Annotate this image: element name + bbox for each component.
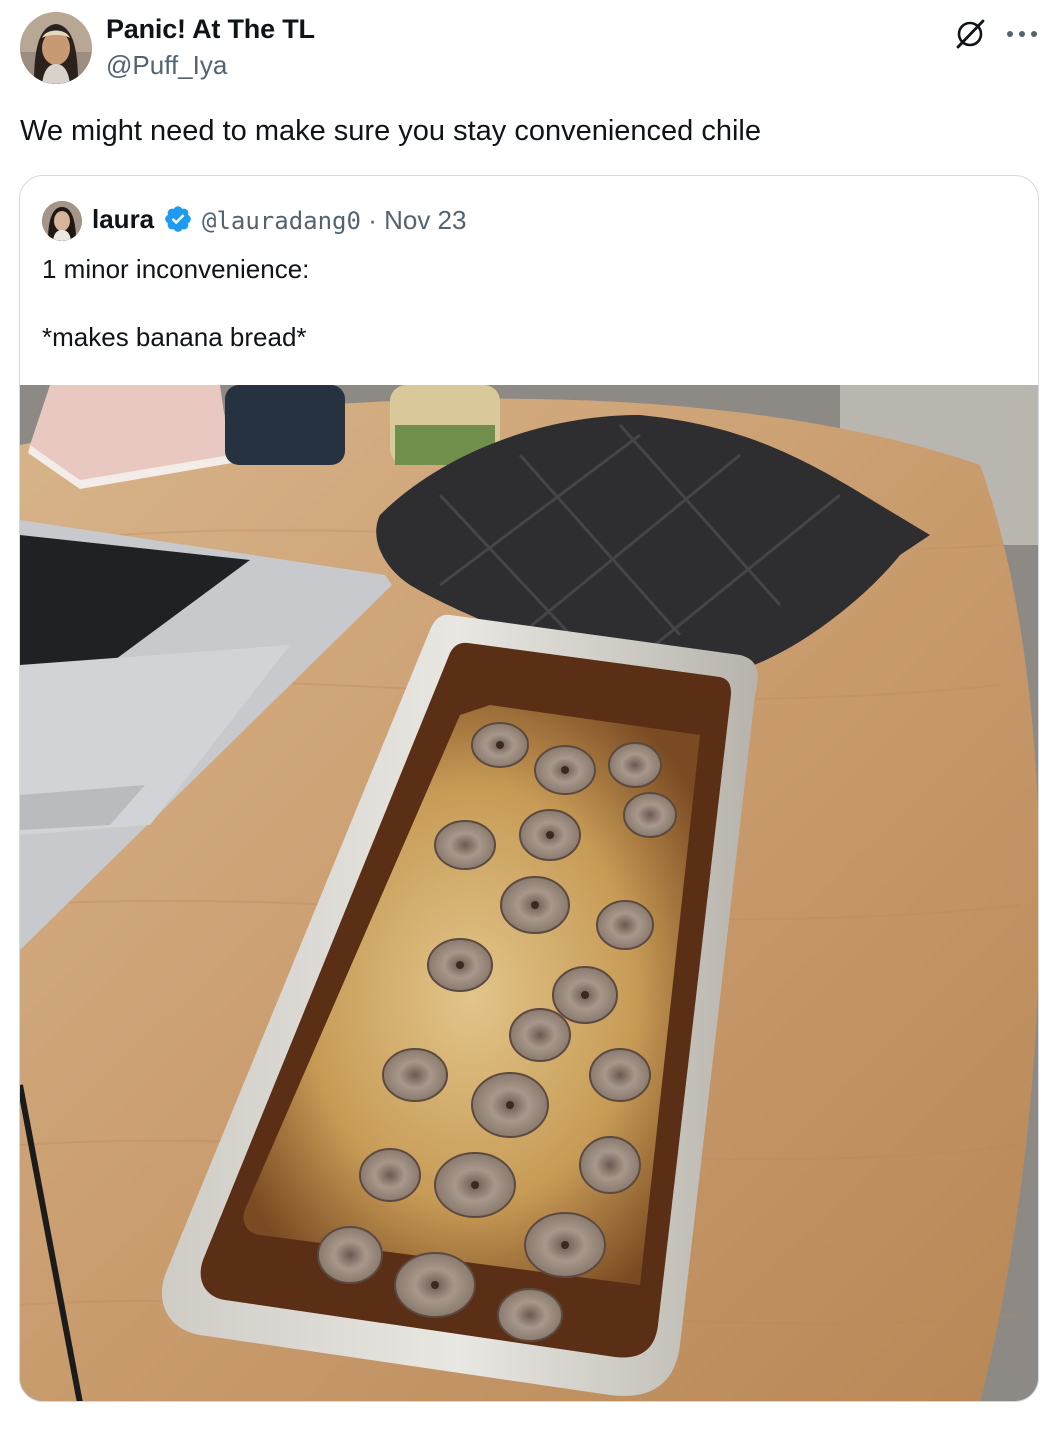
quoted-handle[interactable]: @lauradang0 <box>202 207 361 235</box>
more-icon[interactable] <box>1002 16 1042 52</box>
display-name[interactable]: Panic! At The TL <box>106 14 315 45</box>
handle[interactable]: @Puff_Iya <box>106 50 227 81</box>
quoted-tweet[interactable]: laura @lauradang0 · Nov 23 1 minor incon… <box>19 175 1039 1402</box>
tweet-text: We might need to make sure you stay conv… <box>20 115 761 147</box>
quoted-avatar[interactable] <box>42 201 82 241</box>
verified-badge-icon <box>163 204 193 234</box>
quoted-photo[interactable] <box>20 385 1038 1401</box>
quoted-date[interactable]: Nov 23 <box>384 205 466 235</box>
avatar[interactable] <box>20 12 92 84</box>
grok-icon[interactable] <box>952 16 988 52</box>
quoted-display-name[interactable]: laura <box>92 204 154 235</box>
quoted-text: 1 minor inconvenience: *makes banana bre… <box>42 254 310 352</box>
tweet[interactable]: Panic! At The TL @Puff_Iya We might need… <box>0 0 1060 1432</box>
quoted-meta: @lauradang0 · Nov 23 <box>202 205 466 236</box>
meta-separator: · <box>368 205 377 235</box>
